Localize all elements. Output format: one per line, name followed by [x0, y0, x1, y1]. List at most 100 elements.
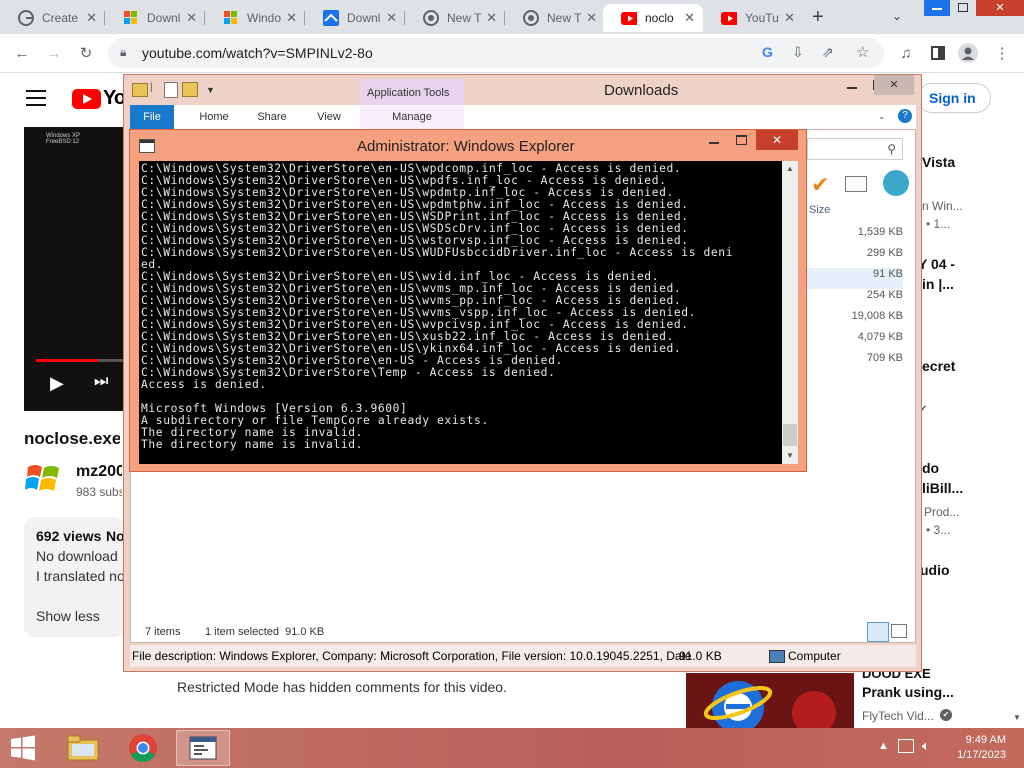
scrollbar-thumb[interactable]: [783, 424, 797, 446]
browser-tab-7-active[interactable]: noclo ✕: [603, 4, 703, 32]
minimize-button[interactable]: [924, 0, 950, 16]
taskbar-chrome[interactable]: [116, 730, 170, 766]
next-icon[interactable]: ⏭: [94, 373, 108, 391]
tab-manage[interactable]: Manage: [360, 105, 464, 129]
google-icon: [18, 10, 34, 26]
channel-name[interactable]: mz200: [76, 463, 122, 481]
profile-icon[interactable]: [958, 43, 978, 63]
browser-tab-8[interactable]: YouTu ✕: [703, 4, 803, 32]
size-column-header[interactable]: Size: [809, 204, 830, 216]
close-icon[interactable]: ✕: [286, 10, 297, 26]
sidebar-video-title-4b[interactable]: liBill...: [922, 480, 963, 496]
sidebar-video-title-2[interactable]: Y 04 -: [918, 256, 955, 272]
windows-icon: [123, 10, 139, 26]
new-folder-icon[interactable]: [182, 82, 198, 97]
scroll-down-arrow-icon[interactable]: ▼: [1013, 713, 1021, 722]
browser-tab-2[interactable]: Downl ✕: [105, 4, 205, 32]
sidebar-video-title-2b[interactable]: in |...: [922, 276, 954, 292]
windows-xp-logo-icon: [25, 465, 59, 491]
item-count: 7 items: [145, 626, 181, 638]
details-view-icon[interactable]: [867, 622, 889, 642]
console-scrollbar[interactable]: ▲ ▼: [782, 161, 798, 464]
help-icon[interactable]: ?: [898, 109, 912, 123]
cmd-minimize-button[interactable]: [700, 130, 726, 150]
side-panel-icon[interactable]: [928, 43, 948, 63]
tab-home[interactable]: Home: [192, 105, 236, 129]
show-hidden-icons[interactable]: ▲: [878, 740, 889, 752]
network-globe-icon: [883, 170, 909, 196]
sidebar-thumbnail[interactable]: [686, 673, 854, 729]
close-icon[interactable]: ✕: [684, 10, 695, 26]
restore-button[interactable]: [950, 0, 976, 16]
file-size-4: 254 KB: [866, 289, 903, 301]
menu-kebab-icon[interactable]: ⋮: [992, 43, 1012, 63]
sign-in-button[interactable]: Sign in: [917, 83, 991, 113]
bookmark-star-icon[interactable]: ☆: [856, 43, 869, 61]
browser-tab-6[interactable]: New T ✕: [505, 4, 605, 32]
back-icon[interactable]: ←: [12, 43, 32, 63]
tab-search-icon[interactable]: ⌄: [892, 9, 902, 23]
scroll-up-arrow-icon[interactable]: ▲: [786, 164, 794, 173]
video-player[interactable]: Windows XP FreeBSD 12 ▶ ⏭: [24, 127, 124, 411]
sidebar-video-title-1[interactable]: Vista: [922, 154, 955, 170]
site-icon: [323, 10, 339, 26]
youtube-logo[interactable]: YouTube: [72, 87, 123, 110]
close-icon[interactable]: ✕: [86, 10, 97, 26]
console-output-area[interactable]: C:\Windows\System32\DriverStore\en-US\wp…: [139, 161, 782, 464]
google-lens-icon[interactable]: G: [762, 44, 773, 60]
reload-icon[interactable]: ↻: [76, 43, 96, 63]
taskbar-console-active[interactable]: [176, 730, 230, 766]
explorer-minimize-button[interactable]: [839, 75, 865, 95]
sidebar-card-title-2[interactable]: Prank using...: [862, 684, 954, 700]
install-icon[interactable]: ⇩: [792, 44, 804, 61]
tab-title: New T: [547, 11, 582, 25]
sidebar-video-title-4[interactable]: do: [922, 460, 939, 476]
close-icon[interactable]: ✕: [784, 10, 795, 26]
clock[interactable]: 9:49 AM 1/17/2023: [944, 733, 1006, 763]
new-tab-icon[interactable]: +: [812, 6, 824, 29]
close-icon[interactable]: ✕: [386, 10, 397, 26]
size-column-values: 1,539 KB 299 KB 91 KB 254 KB 19,008 KB 4…: [807, 226, 903, 373]
ribbon-expand-icon[interactable]: ⌄: [878, 111, 886, 122]
close-icon[interactable]: ✕: [186, 10, 197, 26]
explorer-title-bar[interactable]: | ▼ Application Tools Downloads ✕: [124, 75, 921, 105]
customize-quick-access-icon[interactable]: ▼: [206, 85, 215, 95]
properties-icon[interactable]: [164, 82, 178, 98]
close-window-button[interactable]: ✕: [976, 0, 1024, 16]
forward-icon[interactable]: →: [44, 43, 64, 63]
play-icon[interactable]: ▶: [50, 373, 64, 394]
file-size-3-selected[interactable]: 91 KB: [807, 268, 903, 289]
browser-tab-1[interactable]: Create ✕: [0, 4, 105, 32]
large-icons-view-icon[interactable]: [891, 624, 907, 638]
sidebar-channel-4: Prod...: [924, 505, 960, 519]
close-icon[interactable]: ✕: [486, 10, 497, 26]
start-button[interactable]: [0, 730, 46, 766]
browser-tab-5[interactable]: New T ✕: [405, 4, 505, 32]
taskbar-file-explorer[interactable]: [56, 730, 110, 766]
tab-view[interactable]: View: [307, 105, 351, 129]
media-control-icon[interactable]: ♫: [896, 43, 916, 63]
cmd-maximize-button[interactable]: [728, 130, 754, 150]
address-bar[interactable]: 🔒︎ youtube.com/watch?v=SMPINLv2-8o G ⇩ ⇗…: [108, 38, 884, 68]
browser-tab-4[interactable]: Downl ✕: [305, 4, 405, 32]
search-input[interactable]: ⚲: [807, 138, 903, 160]
tab-share[interactable]: Share: [250, 105, 294, 129]
tab-file[interactable]: File: [130, 105, 174, 129]
volume-icon[interactable]: 🔈︎: [922, 738, 930, 754]
tab-title: Windo: [247, 11, 282, 25]
close-icon[interactable]: ✕: [586, 10, 597, 26]
explorer-close-button[interactable]: ✕: [874, 75, 914, 95]
cmd-close-button[interactable]: ✕: [756, 130, 798, 150]
sidebar-video-title-3[interactable]: ecret: [922, 358, 955, 374]
sidebar-video-title-5[interactable]: udio: [920, 562, 950, 578]
search-icon: ⚲: [887, 142, 896, 156]
video-progress-bar[interactable]: [36, 359, 124, 362]
network-icon[interactable]: [898, 739, 914, 753]
hamburger-menu-icon[interactable]: [26, 90, 46, 106]
channel-avatar[interactable]: [25, 459, 63, 500]
browser-tab-3[interactable]: Windo ✕: [205, 4, 305, 32]
share-icon[interactable]: ⇗: [822, 44, 834, 61]
description-box[interactable]: 692 views No No download I translated no…: [24, 517, 125, 637]
scroll-down-arrow-icon[interactable]: ▼: [786, 451, 794, 460]
show-less-link[interactable]: Show less: [36, 608, 100, 624]
